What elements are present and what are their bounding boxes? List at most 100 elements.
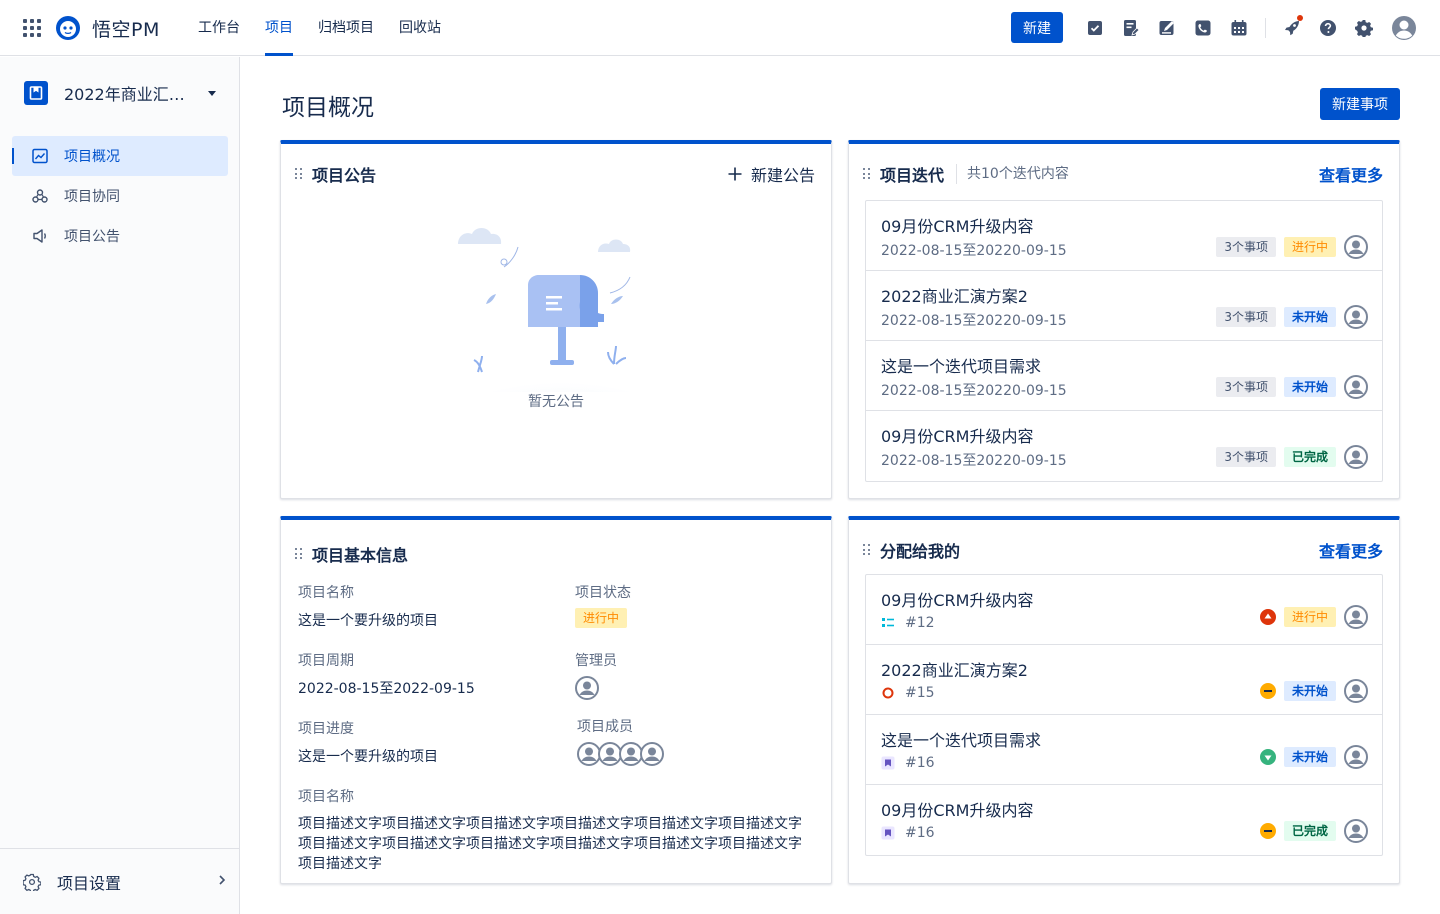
avatar[interactable]: [1344, 235, 1368, 259]
task-id: #16: [905, 825, 935, 841]
sidebar: 2022年商业汇报… 项目概况 项目协同 项目公告 项目设置: [0, 57, 240, 914]
sidebar-item-overview[interactable]: 项目概况: [12, 136, 228, 176]
task-title: 这是一个迭代项目需求: [881, 731, 1042, 750]
info-label: 项目名称: [298, 789, 354, 805]
row-meta: 未开始: [1259, 679, 1368, 703]
status-badge: 进行中: [1283, 237, 1336, 257]
avatar[interactable]: [1344, 679, 1368, 703]
sidebar-item-announcement[interactable]: 项目公告: [12, 216, 228, 256]
drag-handle-icon[interactable]: [863, 168, 871, 180]
settings-gear-icon[interactable]: [1354, 18, 1374, 38]
assigned-row[interactable]: 这是一个迭代项目需求 #16 未开始: [866, 715, 1382, 785]
drag-handle-icon[interactable]: [863, 544, 871, 556]
nav-workbench[interactable]: 工作台: [198, 0, 240, 56]
avatar[interactable]: [575, 676, 599, 700]
info-members: 项目成员: [577, 716, 661, 766]
info-description-text: 项目描述文字项目描述文字项目描述文字项目描述文字项目描述文字项目描述文字项目描述…: [298, 816, 802, 872]
speaker-icon: [32, 228, 48, 244]
status-badge: 未开始: [1283, 307, 1336, 327]
info-label: 项目成员: [577, 719, 633, 735]
iteration-list: 09月份CRM升级内容 2022-08-15至20220-09-15 3个事项 …: [865, 200, 1383, 482]
new-announcement-button[interactable]: 新建公告: [727, 162, 815, 186]
empty-mailbox-illustration: [451, 228, 671, 392]
row-meta: 3个事项 未开始: [1208, 305, 1368, 329]
status-badge: 进行中: [1283, 607, 1336, 627]
project-settings-button[interactable]: 项目设置: [0, 848, 239, 914]
nav-recycle-bin[interactable]: 回收站: [399, 0, 441, 56]
rocket-notification-icon[interactable]: [1282, 15, 1303, 38]
collaborate-icon: [32, 188, 48, 204]
avatar[interactable]: [1344, 819, 1368, 843]
avatar[interactable]: [1344, 605, 1368, 629]
task-title: 2022商业汇演方案2: [881, 661, 1028, 680]
assigned-row[interactable]: 2022商业汇演方案2 #15 未开始: [866, 645, 1382, 715]
member-avatars: [577, 742, 661, 766]
row-meta: 3个事项 已完成: [1208, 445, 1368, 469]
view-more-link[interactable]: 查看更多: [1319, 538, 1383, 562]
page-title: 项目概况: [282, 95, 374, 121]
main-nav: 工作台 项目 归档项目 回收站: [198, 0, 466, 56]
phone-icon[interactable]: [1193, 18, 1213, 38]
sidebar-item-label: 项目公告: [64, 229, 120, 245]
row-meta: 已完成: [1259, 819, 1368, 843]
avatar[interactable]: [1344, 375, 1368, 399]
row-meta: 3个事项 未开始: [1208, 375, 1368, 399]
iteration-count: 共10个迭代内容: [956, 164, 1069, 184]
drag-handle-icon[interactable]: [295, 548, 303, 560]
new-button[interactable]: 新建: [1011, 12, 1063, 43]
iteration-row[interactable]: 09月份CRM升级内容 2022-08-15至20220-09-15 3个事项 …: [866, 411, 1382, 481]
task-check-icon[interactable]: [1085, 18, 1105, 38]
view-more-link[interactable]: 查看更多: [1319, 162, 1383, 186]
assigned-row[interactable]: 09月份CRM升级内容 #16 已完成: [866, 785, 1382, 855]
project-icon: [24, 81, 48, 105]
project-switcher[interactable]: 2022年商业汇报…: [24, 81, 224, 105]
calendar-icon[interactable]: [1229, 18, 1249, 38]
info-label: 项目名称: [298, 585, 354, 601]
new-announcement-label: 新建公告: [750, 166, 815, 185]
sidebar-item-collaborate[interactable]: 项目协同: [12, 176, 228, 216]
status-badge: 已完成: [1283, 821, 1336, 841]
empty-state-text: 暂无公告: [528, 394, 584, 410]
announcement-card: 项目公告 新建公告 暂无公告: [280, 140, 832, 499]
iteration-row[interactable]: 09月份CRM升级内容 2022-08-15至20220-09-15 3个事项 …: [866, 201, 1382, 271]
logo-icon: [56, 16, 80, 40]
doc-edit-icon[interactable]: [1121, 18, 1141, 38]
iteration-row[interactable]: 这是一个迭代项目需求 2022-08-15至20220-09-15 3个事项 未…: [866, 341, 1382, 411]
iteration-date: 2022-08-15至20220-09-15: [881, 383, 1067, 399]
assigned-row[interactable]: 09月份CRM升级内容 #12 进行中: [866, 575, 1382, 645]
status-badge: 未开始: [1283, 681, 1336, 701]
task-meta: #16: [881, 755, 935, 771]
avatar[interactable]: [1344, 445, 1368, 469]
new-item-button[interactable]: 新建事项: [1320, 88, 1400, 120]
note-edit-icon[interactable]: [1157, 18, 1177, 38]
info-value: 这是一个要升级的项目: [298, 749, 438, 765]
task-meta: #15: [881, 685, 935, 701]
task-title: 09月份CRM升级内容: [881, 591, 1034, 610]
task-meta: #12: [881, 615, 935, 631]
avatar[interactable]: [1344, 745, 1368, 769]
iteration-row[interactable]: 2022商业汇演方案2 2022-08-15至20220-09-15 3个事项 …: [866, 271, 1382, 341]
info-label: 项目状态: [575, 585, 631, 601]
status-badge: 进行中: [575, 608, 628, 628]
drag-handle-icon[interactable]: [295, 168, 303, 180]
app-grid-icon[interactable]: [23, 19, 41, 37]
card-header: 项目迭代 共10个迭代内容 查看更多: [863, 162, 1383, 186]
chevron-right-icon: [219, 875, 226, 885]
card-title: 项目基本信息: [312, 546, 409, 565]
iteration-date: 2022-08-15至20220-09-15: [881, 453, 1067, 469]
nav-projects[interactable]: 项目: [265, 0, 293, 56]
nav-archived[interactable]: 归档项目: [318, 0, 374, 56]
row-meta: 进行中: [1259, 605, 1368, 629]
card-title: 项目迭代: [880, 166, 945, 185]
info-label: 项目周期: [298, 653, 354, 669]
user-avatar-icon[interactable]: [1391, 15, 1417, 41]
avatar[interactable]: [1344, 305, 1368, 329]
row-meta: 3个事项 进行中: [1208, 235, 1368, 259]
iteration-title: 09月份CRM升级内容: [881, 427, 1034, 446]
toolbar-icons: [1085, 15, 1390, 38]
avatar[interactable]: [640, 742, 664, 766]
status-badge: 未开始: [1283, 377, 1336, 397]
card-title: 项目公告: [312, 166, 377, 185]
help-icon[interactable]: [1318, 18, 1338, 38]
caret-down-icon: [208, 90, 216, 96]
